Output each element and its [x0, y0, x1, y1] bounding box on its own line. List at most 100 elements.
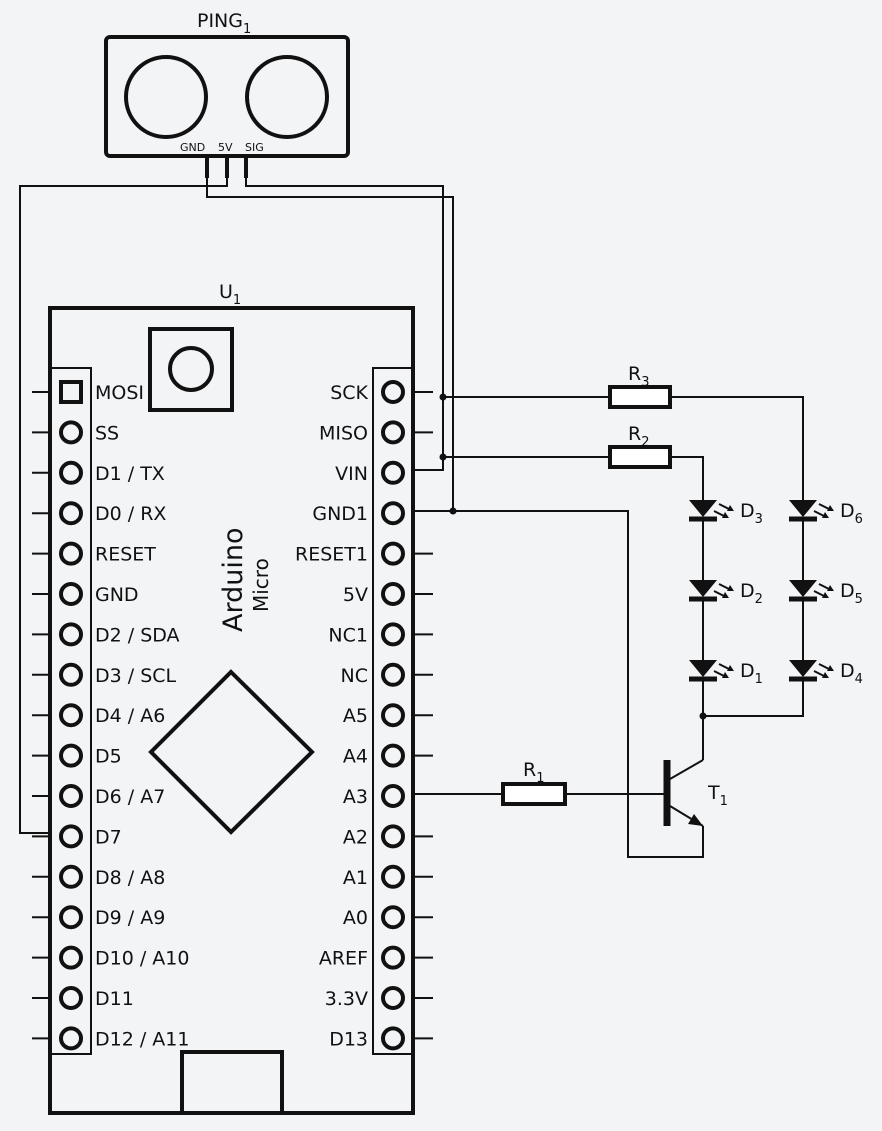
round-pad-icon	[59, 662, 83, 687]
round-pad-icon	[381, 703, 405, 728]
round-pad-icon	[381, 622, 405, 647]
right-pin-label: 3.3V	[325, 988, 368, 1010]
ping-pin-gnd-label: GND	[180, 141, 205, 154]
junction-dot	[439, 393, 447, 401]
wire-d4-to-collector	[703, 680, 804, 717]
left-pin: D12 / A11	[32, 1026, 189, 1051]
round-pad-icon	[381, 986, 405, 1010]
round-pad-icon	[381, 784, 405, 808]
ping-sensor: PING1 GND 5V SIG	[104, 10, 350, 178]
round-pad-icon	[59, 1026, 83, 1051]
arduino-board: U1 Arduino Micro MOSI SS D1 / TX D0 / RX RES…	[32, 281, 433, 1115]
round-pad-icon	[381, 582, 405, 606]
led-label: D6	[840, 500, 863, 527]
left-pin-label: SS	[95, 422, 119, 444]
round-pad-icon	[381, 743, 405, 768]
left-pin: D11	[32, 986, 134, 1010]
right-pin: MISO	[319, 420, 433, 445]
left-pin-label: D7	[95, 826, 122, 848]
left-pin: D10 / A10	[32, 945, 189, 970]
round-pad-icon	[59, 905, 83, 930]
left-pin-label: D8 / A8	[95, 867, 165, 889]
junction-dot	[439, 453, 447, 461]
square-pad-icon	[59, 380, 83, 404]
led-label: D2	[740, 580, 763, 607]
resistor-r1: R1	[501, 759, 567, 806]
left-pin: GND	[32, 582, 139, 606]
round-pad-icon	[381, 864, 405, 889]
right-pin: VIN	[335, 460, 405, 485]
right-pin: 5V	[343, 582, 433, 606]
right-pin-label: A1	[343, 867, 368, 889]
right-pin: D13	[329, 1026, 433, 1051]
left-pin-label: D3 / SCL	[95, 665, 177, 687]
led-label: D1	[740, 660, 763, 687]
right-pin: A2	[343, 824, 433, 849]
right-pin: GND1	[312, 501, 405, 526]
left-pin: SS	[32, 420, 119, 445]
resistor-body	[501, 782, 567, 806]
round-pad-icon	[59, 945, 83, 970]
right-pin: A1	[343, 864, 433, 889]
reset-button-outline	[148, 327, 234, 412]
round-pad-icon	[59, 743, 83, 768]
led-triangle-icon	[789, 500, 817, 517]
wire-r2-to-d3	[670, 456, 704, 500]
round-pad-icon	[381, 905, 405, 930]
round-pad-icon	[59, 703, 83, 728]
transistor-label: T1	[707, 782, 728, 809]
right-pin: A4	[343, 743, 433, 768]
round-pad-icon	[59, 784, 83, 808]
round-pad-icon	[381, 945, 405, 970]
ping-ref-label: PING1	[197, 10, 251, 37]
round-pad-icon	[381, 541, 405, 566]
left-pin-label: GND	[95, 584, 139, 606]
round-pad-icon	[59, 622, 83, 647]
round-pad-icon	[381, 380, 405, 404]
left-pin: D2 / SDA	[32, 622, 180, 647]
resistor-r2: R2	[608, 423, 672, 469]
left-pin-label: D1 / TX	[95, 463, 165, 485]
wire-gnd-to-gnd1	[206, 178, 454, 511]
right-pin: 3.3V	[325, 986, 433, 1010]
round-pad-icon	[59, 986, 83, 1010]
left-pin-label: D4 / A6	[95, 705, 165, 727]
round-pad-icon	[381, 501, 405, 526]
left-pin-label: D10 / A10	[95, 948, 189, 970]
board-name-line1: Arduino	[218, 528, 249, 632]
right-pin-label: RESET1	[295, 544, 368, 566]
led: D1	[689, 660, 763, 687]
right-pin-label: NC	[341, 665, 368, 687]
wire-r3-to-d6	[670, 396, 804, 500]
right-pin: SCK	[330, 380, 433, 404]
led: D3	[689, 500, 763, 527]
resistor-label: R1	[523, 759, 544, 786]
left-pin-label: D6 / A7	[95, 786, 165, 808]
ping-transducer-right	[245, 55, 329, 139]
resistor-r3: R3	[608, 363, 672, 409]
led-label: D5	[840, 580, 863, 607]
reset-button-circle	[168, 346, 214, 392]
right-pin-label: A0	[343, 907, 368, 929]
left-pin-label: D0 / RX	[95, 503, 166, 525]
right-pin-label: A2	[343, 826, 368, 848]
round-pad-icon	[59, 864, 83, 889]
emitter-arrow-icon	[688, 814, 703, 826]
ping-pin-5v-label: 5V	[218, 141, 233, 154]
leds: D3 D2 D1 D6 D5 D4	[689, 500, 863, 687]
right-pin: AREF	[319, 945, 433, 970]
led-triangle-icon	[789, 660, 817, 677]
chip-outline	[148, 669, 315, 835]
right-pin-label: NC1	[328, 624, 368, 646]
right-pin-label: SCK	[330, 382, 368, 404]
left-pins: MOSI SS D1 / TX D0 / RX RESET GND D2 / SDA D3 /…	[32, 380, 189, 1051]
right-pin: A5	[343, 703, 433, 728]
led-label: D3	[740, 500, 763, 527]
left-pin: D7	[32, 824, 122, 849]
right-pin-label: GND1	[312, 503, 368, 525]
right-pin-label: A3	[343, 786, 368, 808]
right-pin-label: VIN	[335, 463, 368, 485]
led: D2	[689, 580, 763, 607]
junction-dot	[449, 507, 457, 515]
led-triangle-icon	[689, 580, 717, 597]
